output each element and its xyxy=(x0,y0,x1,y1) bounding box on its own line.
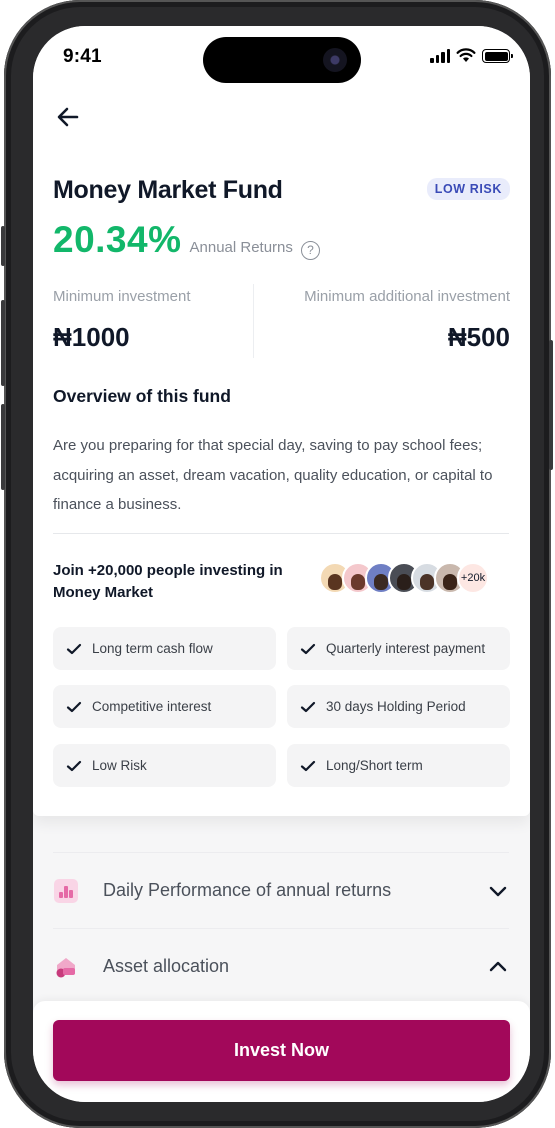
accordion-label: Daily Performance of annual returns xyxy=(103,880,392,900)
check-icon xyxy=(300,643,316,654)
feature-chip: Long term cash flow xyxy=(53,627,276,670)
join-text: Join +20,000 people investing in Money M… xyxy=(53,562,283,601)
returns-label: Annual Returns xyxy=(189,239,293,256)
check-icon xyxy=(66,760,82,771)
feature-chip: 30 days Holding Period xyxy=(287,685,510,728)
chart-icon xyxy=(54,878,78,903)
feature-label: 30 days Holding Period xyxy=(326,699,466,714)
feature-label: Long term cash flow xyxy=(92,641,213,656)
fund-title: Money Market Fund xyxy=(53,176,283,204)
invest-now-button[interactable]: Invest Now xyxy=(53,1020,510,1081)
check-icon xyxy=(66,643,82,654)
min-additional-investment-label: Minimum additional investment xyxy=(304,288,510,305)
overview-text: Are you preparing for that special day, … xyxy=(53,437,493,513)
wifi-icon xyxy=(456,48,476,62)
app-screen: 9:41 Money Market Fund LOW RISK 20.34% A… xyxy=(33,26,530,1102)
feature-chip: Quarterly interest payment xyxy=(287,627,510,670)
feature-label: Low Risk xyxy=(92,758,147,773)
returns-value: 20.34% xyxy=(53,219,182,260)
feature-label: Competitive interest xyxy=(92,699,212,714)
dynamic-island xyxy=(203,37,361,83)
mute-switch xyxy=(1,226,5,266)
avatar-count-badge: +20k xyxy=(457,562,489,594)
investor-avatars: +20k xyxy=(319,562,489,594)
back-arrow-icon[interactable] xyxy=(55,104,81,130)
power-button xyxy=(549,340,553,470)
check-icon xyxy=(300,701,316,712)
battery-icon xyxy=(482,49,513,63)
fund-details-card: 9:41 Money Market Fund LOW RISK 20.34% A… xyxy=(33,26,530,816)
feature-chip: Low Risk xyxy=(53,744,276,787)
min-additional-investment-value: ₦500 xyxy=(447,322,510,352)
min-investment-value: ₦1000 xyxy=(53,322,130,352)
volume-up-button xyxy=(1,300,5,386)
help-icon[interactable]: ? xyxy=(300,240,320,260)
feature-chip: Competitive interest xyxy=(53,685,276,728)
overview-title: Overview of this fund xyxy=(53,386,231,406)
bottom-action-bar: Invest Now xyxy=(33,1001,530,1102)
check-icon xyxy=(66,701,82,712)
accordion-daily-performance[interactable]: Daily Performance of annual returns xyxy=(53,852,509,928)
camera-icon xyxy=(323,48,347,72)
feature-label: Long/Short term xyxy=(326,758,423,773)
accordion-asset-allocation[interactable]: Asset allocation xyxy=(53,928,509,1004)
check-icon xyxy=(300,760,316,771)
min-investment-label: Minimum investment xyxy=(53,288,191,305)
divider xyxy=(253,284,254,358)
pie-chart-icon xyxy=(56,957,75,977)
annual-returns: 20.34% Annual Returns ? xyxy=(53,219,320,261)
chevron-up-icon xyxy=(489,961,507,971)
divider xyxy=(53,533,509,534)
chevron-down-icon xyxy=(489,886,507,896)
signal-icon xyxy=(430,49,450,63)
status-icons xyxy=(430,48,513,63)
feature-label: Quarterly interest payment xyxy=(326,641,486,656)
status-time: 9:41 xyxy=(63,46,102,67)
accordion-label: Asset allocation xyxy=(103,956,230,976)
feature-chip: Long/Short term xyxy=(287,744,510,787)
phone-frame: 9:41 Money Market Fund LOW RISK 20.34% A… xyxy=(1,0,553,1128)
risk-badge: LOW RISK xyxy=(426,178,510,200)
volume-down-button xyxy=(1,404,5,490)
